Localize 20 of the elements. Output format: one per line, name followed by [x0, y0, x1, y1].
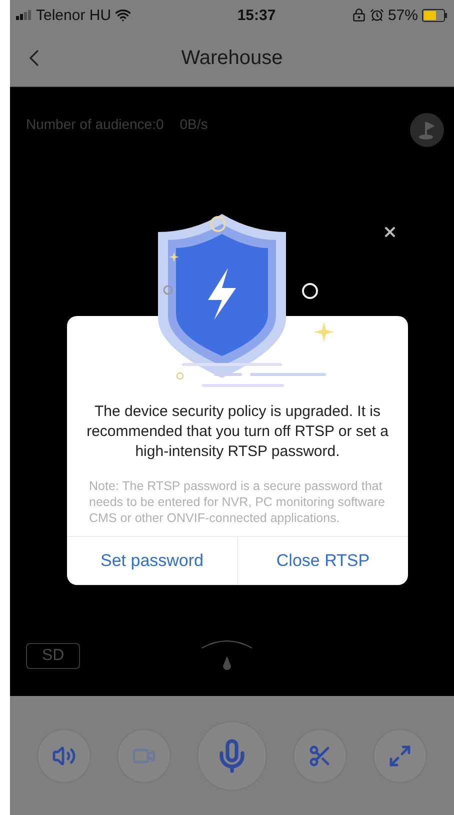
flag-button[interactable] [410, 113, 444, 147]
page-title: Warehouse [181, 46, 283, 70]
clock-time: 15:37 [237, 6, 276, 24]
alarm-icon [370, 8, 384, 22]
bitrate: 0B/s [180, 116, 208, 132]
flag-icon [418, 120, 436, 140]
battery-icon [422, 8, 448, 22]
audience-count: Number of audience:0 [26, 116, 164, 132]
dialog-message: The device security policy is upgraded. It is recommended that you turn off RTSP or set a high-intensity RTSP password. [86, 402, 390, 462]
wifi-icon [115, 7, 132, 23]
close-icon[interactable] [382, 224, 398, 240]
signal-icon [16, 10, 32, 20]
close-rtsp-button[interactable]: Close RTSP [237, 537, 408, 585]
set-password-button[interactable]: Set password [67, 537, 237, 585]
rotation-lock-icon [352, 8, 366, 22]
carrier-name: Telenor HU [36, 6, 112, 24]
battery-percent: 57% [388, 6, 418, 24]
scissors-icon [308, 744, 332, 768]
dialog-note: Note: The RTSP password is a secure password that needs to be entered for NVR, PC monitoring software CMS or other ONVIF-connected applications. [88, 478, 386, 526]
expand-arrows-icon [388, 744, 412, 768]
